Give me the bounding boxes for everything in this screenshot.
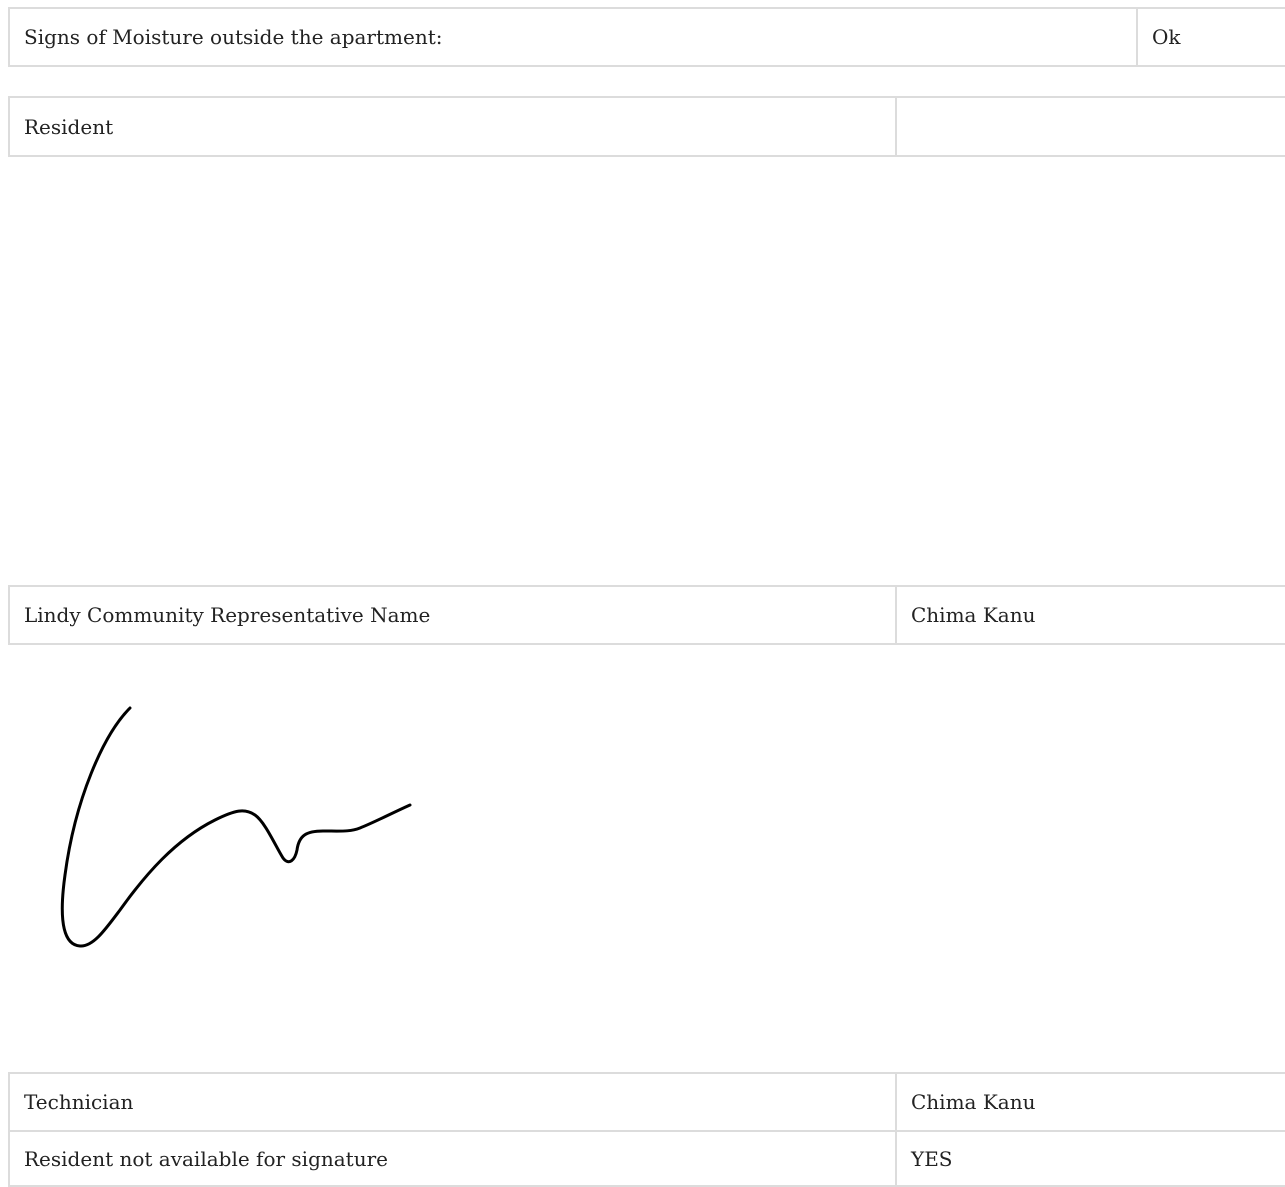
representative-table: Lindy Community Representative Name Chim… <box>8 585 1285 645</box>
resident-table: Resident <box>8 96 1285 157</box>
representative-signature <box>60 706 412 948</box>
resident-unavailable-row: Resident not available for signature YES <box>8 1131 1285 1187</box>
moisture-table: Signs of Moisture outside the apartment:… <box>8 7 1285 67</box>
technician-label: Technician <box>8 1072 896 1132</box>
resident-unavailable-label: Resident not available for signature <box>8 1131 896 1187</box>
resident-value <box>895 96 1285 157</box>
technician-table: Technician Chima Kanu Resident not avail… <box>8 1072 1285 1187</box>
representative-row: Lindy Community Representative Name Chim… <box>8 585 1285 645</box>
moisture-value: Ok <box>1136 7 1285 67</box>
technician-row: Technician Chima Kanu <box>8 1072 1285 1132</box>
representative-value: Chima Kanu <box>895 585 1285 645</box>
resident-row: Resident <box>8 96 1285 157</box>
resident-unavailable-value: YES <box>895 1131 1285 1187</box>
representative-label: Lindy Community Representative Name <box>8 585 896 645</box>
moisture-label: Signs of Moisture outside the apartment: <box>8 7 1137 67</box>
moisture-row: Signs of Moisture outside the apartment:… <box>8 7 1285 67</box>
technician-value: Chima Kanu <box>895 1072 1285 1132</box>
resident-label: Resident <box>8 96 896 157</box>
